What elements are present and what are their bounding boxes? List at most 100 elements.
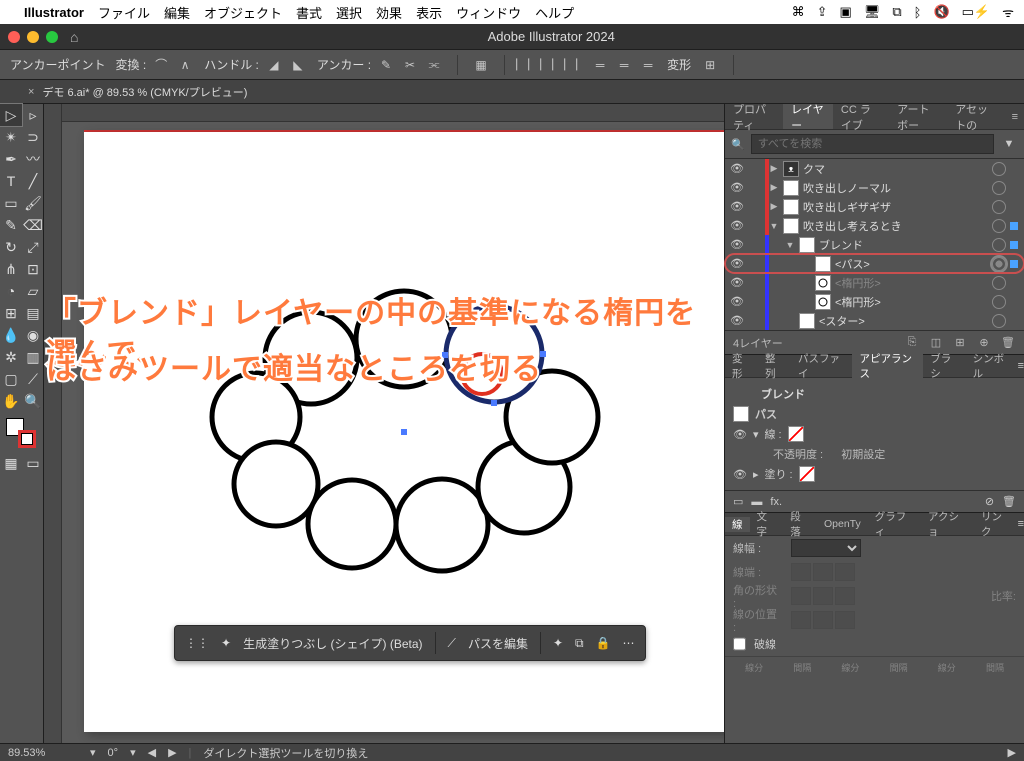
handle-show-icon[interactable]: ◢: [265, 56, 283, 74]
isolate-icon[interactable]: ▦: [472, 56, 490, 74]
volume-mute-icon[interactable]: 🔇: [933, 4, 949, 20]
minimize-button[interactable]: [27, 31, 39, 43]
expand-fill-icon[interactable]: ▸: [753, 468, 759, 481]
pen-tool[interactable]: ✒: [0, 148, 22, 170]
artboard-tool[interactable]: ▢: [0, 368, 22, 390]
app-icon-1[interactable]: ⌘: [792, 4, 805, 20]
selection-tool[interactable]: ▷: [0, 104, 22, 126]
perspective-tool[interactable]: ▱: [22, 280, 44, 302]
symbol-sprayer-tool[interactable]: ✲: [0, 346, 22, 368]
visibility-icon[interactable]: 👁: [725, 276, 749, 289]
bluetooth-icon[interactable]: ᛒ: [914, 5, 922, 20]
layer-row[interactable]: 👁 ▶ 吹き出しノーマル: [725, 178, 1024, 197]
clear-appearance-icon[interactable]: ⊘: [985, 495, 994, 508]
zoom-dropdown-icon[interactable]: ▾: [90, 746, 96, 759]
layer-row[interactable]: 👁 <スター>: [725, 311, 1024, 330]
tab-align[interactable]: 整列: [758, 351, 791, 381]
layer-row[interactable]: 👁▼吹き出し考えるとき: [725, 216, 1024, 235]
menubar-app-name[interactable]: Illustrator: [24, 5, 84, 20]
disclosure-icon[interactable]: ▶: [769, 163, 779, 174]
curvature-tool[interactable]: 〰: [22, 148, 44, 170]
appearance-opacity-value[interactable]: 初期設定: [841, 446, 885, 462]
add-stroke-icon[interactable]: ▭: [733, 495, 743, 508]
tab-layers[interactable]: レイヤー: [783, 104, 833, 129]
shaper-tool[interactable]: ✎: [0, 214, 22, 236]
align-left-icon[interactable]: ⎸⎸: [519, 56, 537, 74]
layer-name[interactable]: <スター>: [819, 313, 988, 329]
rotation-value[interactable]: 0°: [108, 747, 119, 759]
appearance-item-swatch[interactable]: [733, 406, 749, 422]
visibility-icon[interactable]: 👁: [725, 295, 749, 308]
display-icon[interactable]: 🖥: [864, 4, 881, 20]
layer-row[interactable]: 👁<楕円形>: [725, 273, 1024, 292]
line-tool[interactable]: ╱: [22, 170, 44, 192]
layer-name[interactable]: 吹き出し考えるとき: [803, 218, 988, 234]
align-center-icon[interactable]: [791, 611, 811, 629]
layer-row[interactable]: 👁 <パス>: [725, 254, 1024, 273]
handle-hide-icon[interactable]: ◣: [289, 56, 307, 74]
gen-fill-button[interactable]: 生成塗りつぶし (シェイプ) (Beta): [243, 635, 422, 652]
eyedropper-tool[interactable]: 💧: [0, 324, 22, 346]
add-fill-icon[interactable]: ▬: [751, 496, 762, 508]
layer-name[interactable]: <パス>: [835, 256, 988, 272]
visibility-icon[interactable]: 👁: [725, 181, 749, 194]
stroke-weight-select[interactable]: [791, 539, 861, 557]
menu-edit[interactable]: 編集: [164, 3, 190, 22]
align-inside-icon[interactable]: [813, 611, 833, 629]
tab-transform[interactable]: 変形: [725, 351, 758, 381]
target-icon[interactable]: [992, 162, 1006, 176]
rectangle-tool[interactable]: ▭: [0, 192, 22, 214]
lasso-tool[interactable]: ⊃: [22, 126, 44, 148]
qab-lock-icon[interactable]: 🔒: [596, 636, 611, 650]
tab-brushes[interactable]: ブラシ: [923, 351, 965, 381]
cap-round-icon[interactable]: [813, 563, 833, 581]
visibility-icon[interactable]: 👁: [725, 162, 749, 175]
anchor-connect-icon[interactable]: ⫘: [425, 56, 443, 74]
align-top-icon[interactable]: ═: [591, 56, 609, 74]
target-icon[interactable]: [992, 276, 1006, 290]
transform-panel-icon[interactable]: ⊞: [701, 56, 719, 74]
mid-panel-menu-icon[interactable]: ≡: [1018, 360, 1024, 372]
stroke-swatch-none[interactable]: [788, 426, 804, 442]
layer-name[interactable]: 吹き出しノーマル: [803, 180, 988, 196]
make-clip-icon[interactable]: ◫: [928, 336, 944, 349]
paintbrush-tool[interactable]: 🖌: [22, 192, 44, 214]
tab-links[interactable]: リンク: [974, 509, 1018, 539]
convert-smooth-icon[interactable]: ∧: [176, 56, 194, 74]
visibility-icon[interactable]: 👁: [725, 314, 749, 327]
new-sublayer-icon[interactable]: ⊞: [952, 336, 968, 349]
target-icon[interactable]: [992, 295, 1006, 309]
type-tool[interactable]: T: [0, 170, 22, 192]
tab-assets[interactable]: アセットの: [947, 104, 1005, 129]
menu-object[interactable]: オブジェクト: [204, 3, 282, 22]
vis-fill-icon[interactable]: 👁: [733, 468, 747, 481]
target-icon[interactable]: [992, 181, 1006, 195]
zoom-tool[interactable]: 🔍: [22, 390, 44, 412]
align-vcenter-icon[interactable]: ═: [615, 56, 633, 74]
artboard-nav-next-icon[interactable]: ▶: [168, 746, 176, 759]
menu-help[interactable]: ヘルプ: [535, 3, 574, 22]
tab-stroke[interactable]: 線: [725, 517, 750, 532]
cap-square-icon[interactable]: [835, 563, 855, 581]
screen-mirror-icon[interactable]: ⧉: [892, 4, 901, 20]
ctrl-transform-label[interactable]: 変形: [667, 56, 691, 73]
visibility-icon[interactable]: 👁: [725, 257, 749, 270]
target-icon[interactable]: [992, 238, 1006, 252]
tab-properties[interactable]: プロパティ: [725, 104, 783, 129]
eraser-tool[interactable]: ⌫: [22, 214, 44, 236]
bot-panel-menu-icon[interactable]: ≡: [1018, 518, 1024, 530]
tab-artboards[interactable]: アートボー: [889, 104, 947, 129]
disclosure-icon[interactable]: ▶: [769, 182, 779, 193]
visibility-icon[interactable]: 👁: [725, 219, 749, 232]
dropbox-icon[interactable]: ⇪: [817, 4, 828, 20]
canvas-area[interactable]: 「ブレンド」レイヤーの中の基準になる楕円を選んで、 はさみツールで適当なところを…: [44, 104, 724, 743]
layer-row[interactable]: 👁▶ᴥクマ: [725, 159, 1024, 178]
locate-layer-icon[interactable]: ⎘: [904, 336, 920, 349]
screen-mode-icon[interactable]: ▭: [22, 452, 44, 474]
magic-wand-tool[interactable]: ✴: [0, 126, 22, 148]
close-button[interactable]: [8, 31, 20, 43]
target-icon[interactable]: [992, 200, 1006, 214]
target-icon[interactable]: [992, 219, 1006, 233]
qab-more-1-icon[interactable]: ✦: [553, 636, 563, 650]
corner-round-icon[interactable]: [813, 587, 833, 605]
